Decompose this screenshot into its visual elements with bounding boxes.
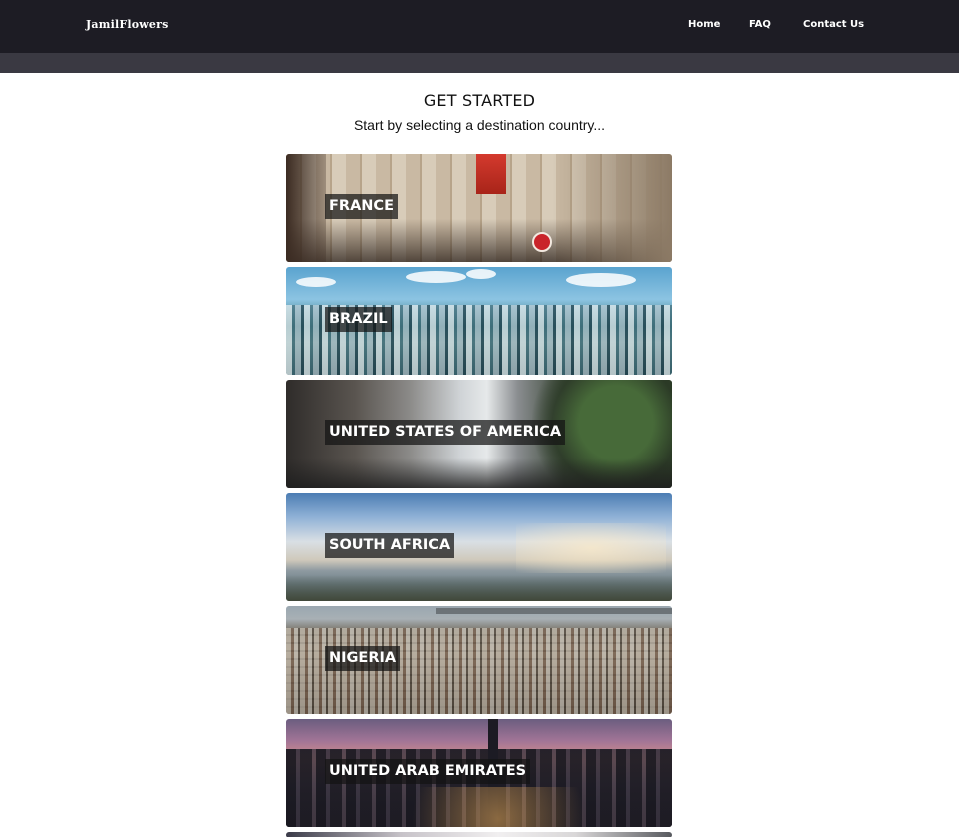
country-card-uae[interactable]: UNITED ARAB EMIRATES bbox=[286, 719, 672, 827]
country-label: UNITED ARAB EMIRATES bbox=[325, 759, 531, 784]
country-card-usa[interactable]: UNITED STATES OF AMERICA bbox=[286, 380, 672, 488]
country-card-france[interactable]: FRANCE bbox=[286, 154, 672, 262]
navbar: JamilFlowers Home FAQ Contact Us bbox=[0, 0, 959, 53]
country-card-brazil[interactable]: BRAZIL bbox=[286, 267, 672, 375]
country-label: BRAZIL bbox=[325, 307, 392, 332]
page-subtitle: Start by selecting a destination country… bbox=[353, 117, 606, 133]
nav-links: Home FAQ Contact Us bbox=[0, 19, 959, 33]
country-label: NIGERIA bbox=[325, 646, 401, 671]
country-label: UNITED STATES OF AMERICA bbox=[325, 420, 566, 445]
page-title: GET STARTED bbox=[423, 91, 536, 110]
country-label: SOUTH AFRICA bbox=[325, 533, 455, 558]
nav-home-link[interactable]: Home bbox=[688, 19, 720, 30]
stop-sign-shape bbox=[532, 232, 552, 252]
sub-header-bar bbox=[0, 53, 959, 73]
country-list: FRANCE BRAZIL UNITED STATES OF AMERICA S… bbox=[286, 154, 672, 837]
country-label: FRANCE bbox=[325, 194, 398, 219]
country-card-south-africa[interactable]: SOUTH AFRICA bbox=[286, 493, 672, 601]
nav-faq-link[interactable]: FAQ bbox=[749, 19, 771, 30]
partial-card-image bbox=[286, 832, 672, 837]
country-card-nigeria[interactable]: NIGERIA bbox=[286, 606, 672, 714]
country-card-partial[interactable] bbox=[286, 832, 672, 837]
nav-contact-link[interactable]: Contact Us bbox=[803, 19, 864, 30]
